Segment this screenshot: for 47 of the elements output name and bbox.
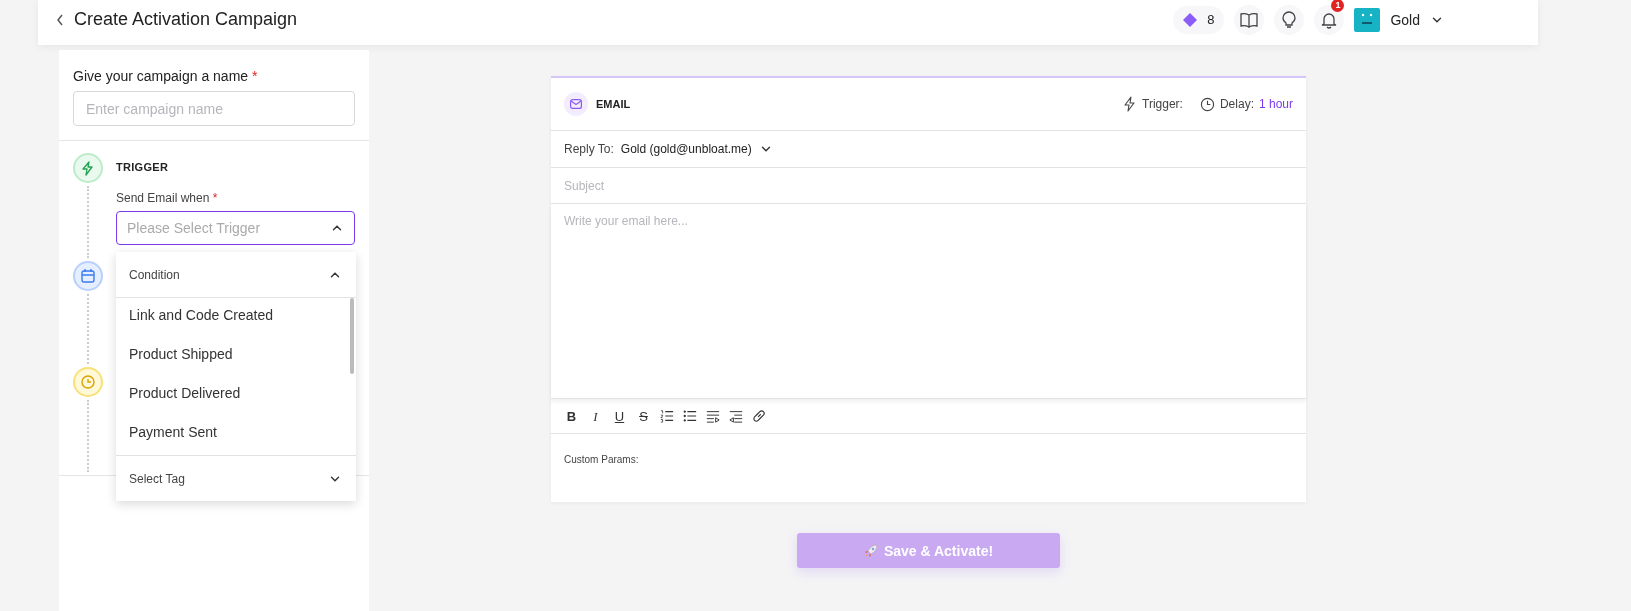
strike-button[interactable]: S <box>636 408 651 424</box>
bullet-list-icon[interactable] <box>683 408 697 424</box>
delay-label: Delay: <box>1219 97 1254 111</box>
rocket-icon <box>863 543 878 558</box>
link-icon[interactable] <box>752 408 766 424</box>
dropdown-option[interactable]: Payment Sent <box>116 415 356 454</box>
required-mark: * <box>212 191 218 205</box>
subject-input[interactable]: Subject <box>564 178 1293 193</box>
custom-params-label: Custom Params: <box>564 454 639 465</box>
dropdown-option[interactable]: Link and Code Created <box>116 298 356 337</box>
book-icon <box>1240 11 1259 28</box>
calendar-icon <box>80 268 96 284</box>
tips-button[interactable] <box>1274 4 1305 35</box>
diamond-icon <box>1183 12 1198 27</box>
dropdown-group-header[interactable]: Select Tag <box>116 455 356 501</box>
lightbulb-icon <box>1282 10 1297 29</box>
numbered-list-icon[interactable] <box>660 408 674 424</box>
clock-icon <box>80 374 96 390</box>
notification-badge: 1 <box>1331 0 1345 12</box>
dropdown-option[interactable]: Product Delivered <box>116 376 356 415</box>
page-title: Create Activation Campaign <box>74 9 298 30</box>
bold-button[interactable]: B <box>564 408 579 424</box>
reply-to-select[interactable]: Gold (gold@unbloat.me) <box>620 142 752 156</box>
avatar-icon[interactable] <box>1354 7 1381 32</box>
indent-icon[interactable] <box>706 408 720 424</box>
guide-button[interactable] <box>1234 4 1265 35</box>
scrollbar-thumb[interactable] <box>350 298 354 374</box>
step-title: TRIGGER <box>116 161 170 173</box>
italic-button[interactable]: I <box>588 408 603 424</box>
underline-button[interactable]: U <box>612 408 627 424</box>
delay-value[interactable]: 1 hour <box>1258 97 1293 111</box>
mail-icon <box>570 99 582 109</box>
clock-icon <box>1199 96 1215 112</box>
campaign-name-input[interactable]: Enter campaign name <box>73 91 355 126</box>
outdent-icon[interactable] <box>729 408 743 424</box>
back-icon[interactable] <box>56 13 64 26</box>
field-label: Send Email when <box>116 191 210 205</box>
trigger-label: Trigger: <box>1142 97 1183 111</box>
reply-to-label: Reply To: <box>564 142 614 156</box>
credits-pill[interactable]: 8 <box>1173 5 1225 34</box>
required-mark: * <box>252 68 258 84</box>
dropdown-option[interactable]: Product Shipped <box>116 337 356 376</box>
field-label: Give your campaign a name <box>73 68 249 84</box>
user-name[interactable]: Gold <box>1390 11 1420 28</box>
bell-icon <box>1321 10 1338 29</box>
channel-title: EMAIL <box>596 98 631 110</box>
dropdown-group-header[interactable]: Condition <box>116 252 356 298</box>
